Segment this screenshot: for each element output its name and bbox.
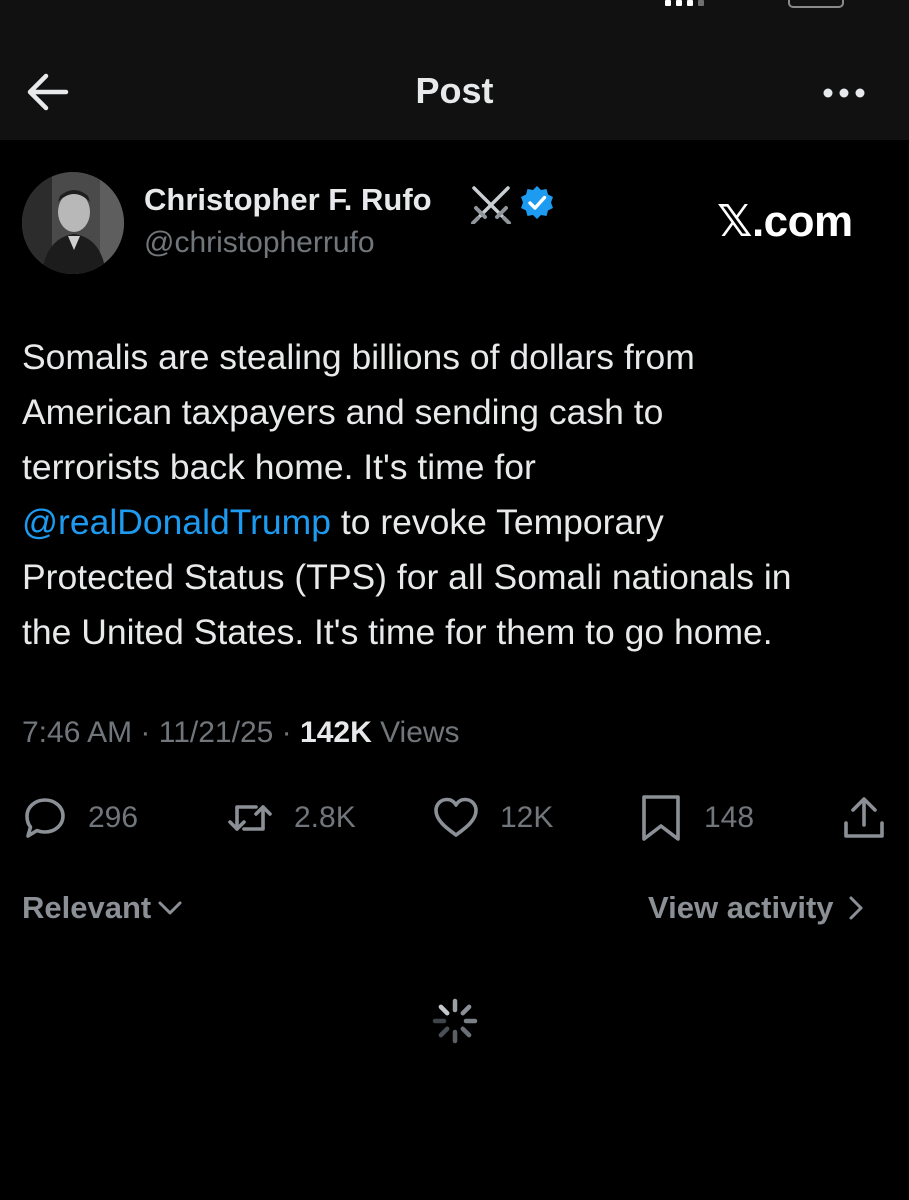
post-text-line: Protected Status (TPS) for all Somali na… (22, 557, 792, 597)
views-count[interactable]: 142K (300, 716, 372, 749)
reply-button[interactable]: 296 (22, 790, 138, 846)
status-bar (0, 0, 909, 12)
post-text-line: the United States. It's time for them to… (22, 612, 773, 652)
signal-strength-icon (665, 0, 705, 6)
post-date[interactable]: 11/21/25 (159, 716, 274, 749)
sort-label: Relevant (22, 890, 152, 925)
post-text-line: terrorists back home. It's time for (22, 447, 536, 487)
post-text-line: American taxpayers and sending cash to (22, 392, 664, 432)
chevron-right-icon (849, 896, 863, 920)
bookmark-icon (642, 795, 680, 841)
reply-icon (25, 798, 65, 838)
like-count: 12K (500, 801, 554, 834)
chevron-down-icon (158, 901, 182, 915)
post-text-fragment: to revoke Temporary (330, 502, 664, 542)
more-horizontal-icon (823, 88, 865, 98)
share-icon (844, 797, 884, 838)
post-metadata: 7:46 AM · 11/21/25 · 142K Views (22, 716, 460, 750)
repost-icon (228, 805, 272, 831)
bookmark-count: 148 (704, 801, 755, 834)
post-text: Somalis are stealing billions of dollars… (22, 330, 892, 660)
battery-icon (788, 0, 844, 8)
repost-button[interactable]: 2.8K (226, 790, 356, 846)
loading-spinner-icon (432, 998, 478, 1044)
post-text-line: Somalis are stealing billions of dollars… (22, 337, 695, 377)
mention-link[interactable]: @realDonaldTrump (22, 502, 331, 542)
like-button[interactable]: 12K (432, 790, 553, 846)
view-activity-label: View activity (648, 890, 834, 925)
author-handle[interactable]: @christopherrufo (144, 226, 375, 260)
reply-count: 296 (88, 801, 139, 834)
top-navigation-bar: Post (0, 12, 909, 140)
share-button[interactable] (840, 790, 888, 846)
meta-separator: · (140, 716, 151, 749)
views-label: Views (380, 716, 460, 749)
repost-count: 2.8K (294, 801, 356, 834)
author-name[interactable]: Christopher F. Rufo (144, 182, 432, 218)
more-options-button[interactable] (818, 78, 870, 108)
heart-icon (434, 797, 478, 837)
meta-separator: · (281, 716, 292, 749)
post-actions-bar: 296 2.8K 12K 148 (0, 790, 909, 846)
watermark: 𝕏.com (717, 197, 853, 246)
author-avatar[interactable] (22, 172, 124, 274)
page-title: Post (415, 70, 494, 111)
view-activity-link[interactable]: View activity (648, 890, 870, 926)
post-text-line: @realDonaldTrump to revoke Temporary (22, 495, 892, 550)
verified-badge-icon[interactable] (519, 185, 555, 221)
crossed-swords-icon (471, 186, 511, 224)
replies-sort-dropdown[interactable]: Relevant (22, 890, 185, 926)
bookmark-button[interactable]: 148 (638, 790, 754, 846)
post-time[interactable]: 7:46 AM (22, 716, 132, 749)
